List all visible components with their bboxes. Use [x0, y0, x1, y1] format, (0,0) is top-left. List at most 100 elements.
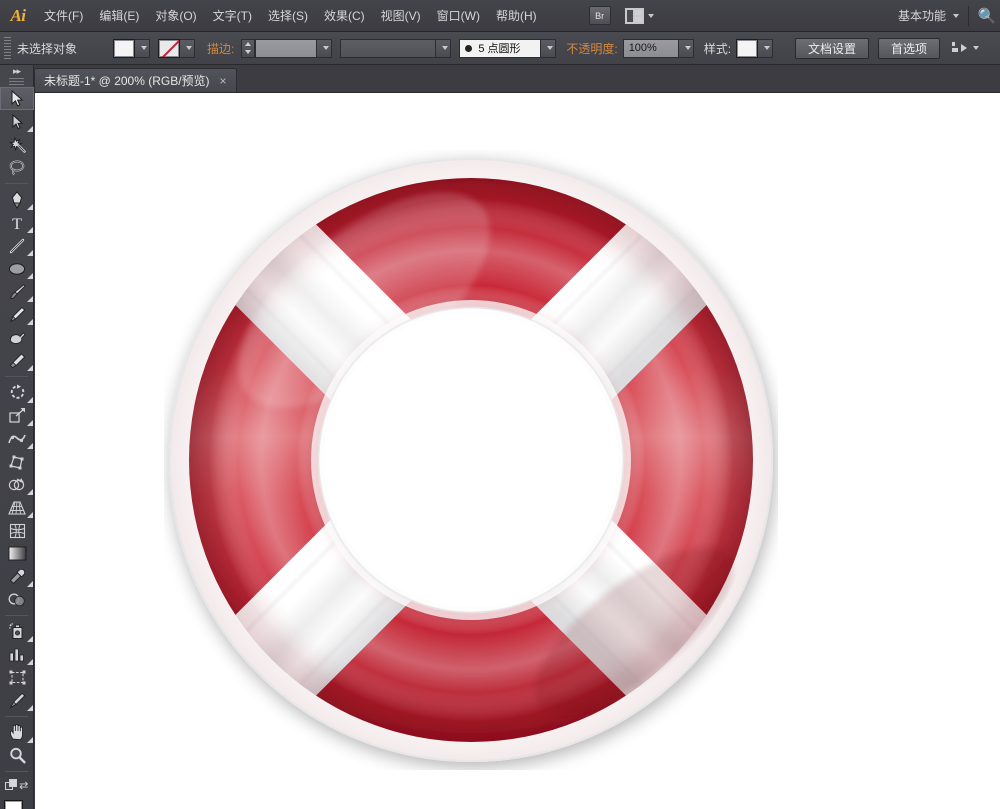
- direct-selection-tool[interactable]: [0, 110, 34, 133]
- opacity-field[interactable]: 100%: [623, 39, 679, 58]
- control-panel: 未选择对象 描边: 5 点圆形 不透明度: 100% 样式:: [0, 32, 1000, 65]
- tool-flyout-indicator: [27, 319, 33, 325]
- perspective-grid-tool[interactable]: [0, 496, 34, 519]
- stroke-weight-label[interactable]: 描边:: [207, 40, 234, 57]
- stroke-swatch-none[interactable]: [158, 39, 180, 58]
- toolbar-divider: [5, 716, 28, 717]
- arrange-documents-icon: [625, 8, 644, 24]
- toolbar-divider: [5, 771, 28, 772]
- menu-edit[interactable]: 编辑(E): [91, 3, 147, 28]
- menu-type[interactable]: 文字(T): [205, 3, 260, 28]
- menu-file[interactable]: 文件(F): [36, 3, 91, 28]
- tool-flyout-indicator: [27, 250, 33, 256]
- menu-object[interactable]: 对象(O): [147, 3, 204, 28]
- chevron-down-icon[interactable]: [953, 14, 959, 18]
- tool-flyout-indicator: [27, 636, 33, 642]
- preferences-button[interactable]: 首选项: [878, 38, 940, 59]
- menu-help[interactable]: 帮助(H): [488, 3, 545, 28]
- illustrator-window: Ai 文件(F) 编辑(E) 对象(O) 文字(T) 选择(S) 效果(C) 视…: [0, 0, 1000, 809]
- menu-window[interactable]: 窗口(W): [429, 3, 488, 28]
- chevron-down-icon: [442, 46, 448, 50]
- pencil-tool[interactable]: [0, 303, 34, 326]
- close-icon[interactable]: ×: [220, 75, 227, 87]
- rotate-tool[interactable]: [0, 381, 34, 404]
- brush-definition-value: 5 点圆形: [478, 40, 520, 56]
- menu-select[interactable]: 选择(S): [260, 3, 316, 28]
- column-graph-tool[interactable]: [0, 643, 34, 666]
- scale-tool[interactable]: [0, 404, 34, 427]
- draw-normal-icon[interactable]: [5, 779, 18, 791]
- eyedropper-tool[interactable]: [0, 565, 34, 588]
- artboard-canvas[interactable]: [35, 93, 1000, 809]
- magic-wand-tool[interactable]: [0, 133, 34, 156]
- stroke-weight-stepper[interactable]: [241, 39, 255, 58]
- fill-swatch[interactable]: [113, 39, 135, 58]
- opacity-dropdown-button[interactable]: [679, 39, 694, 58]
- brush-preview-icon: [465, 45, 472, 52]
- paintbrush-tool[interactable]: [0, 280, 34, 303]
- mesh-tool[interactable]: [0, 519, 34, 542]
- swap-fill-stroke-icon[interactable]: ⇄: [19, 779, 28, 792]
- graphic-style-control[interactable]: [736, 39, 773, 58]
- graphic-style-swatch[interactable]: [736, 39, 758, 58]
- document-tab[interactable]: 未标题-1* @ 200% (RGB/预览) ×: [34, 68, 237, 92]
- blend-tool[interactable]: [0, 588, 34, 611]
- menu-view[interactable]: 视图(V): [373, 3, 429, 28]
- slice-tool[interactable]: [0, 689, 34, 712]
- stroke-weight-field[interactable]: [255, 39, 317, 58]
- symbol-sprayer-tool[interactable]: [0, 620, 34, 643]
- toolbar-fill-swatch[interactable]: [4, 800, 23, 809]
- variable-width-profile-field[interactable]: [340, 39, 436, 58]
- tool-flyout-indicator: [27, 581, 33, 587]
- stroke-weight-dropdown-button[interactable]: [317, 39, 332, 58]
- tools-panel-collapse-button[interactable]: ▸▸: [0, 65, 33, 78]
- variable-width-profile-dropdown-button[interactable]: [436, 39, 451, 58]
- lasso-tool[interactable]: [0, 156, 34, 179]
- graphic-style-dropdown-button[interactable]: [758, 39, 773, 58]
- fill-dropdown-button[interactable]: [135, 39, 150, 58]
- drawing-mode-control[interactable]: ⇄: [0, 776, 33, 794]
- tools-panel-grip[interactable]: [9, 78, 24, 87]
- lifebuoy-illustration[interactable]: [164, 150, 778, 770]
- bridge-button[interactable]: Br: [589, 6, 611, 25]
- document-setup-button[interactable]: 文档设置: [795, 38, 869, 59]
- gradient-tool[interactable]: [0, 542, 34, 565]
- pen-tool[interactable]: [0, 188, 34, 211]
- opacity-label[interactable]: 不透明度:: [566, 40, 617, 57]
- toolbar-divider: [5, 376, 28, 377]
- toolbar-divider: [5, 183, 28, 184]
- zoom-tool[interactable]: [0, 744, 34, 767]
- chevron-down-icon: [547, 46, 553, 50]
- svg-text:T: T: [12, 216, 22, 231]
- align-selection-control[interactable]: [952, 41, 979, 55]
- tool-flyout-indicator: [27, 273, 33, 279]
- stroke-dropdown-button[interactable]: [180, 39, 195, 58]
- shape-builder-tool[interactable]: [0, 473, 34, 496]
- ellipse-tool[interactable]: [0, 257, 34, 280]
- brush-definition-dropdown-button[interactable]: [541, 39, 556, 58]
- type-tool[interactable]: T: [0, 211, 34, 234]
- app-logo-icon: Ai: [0, 0, 36, 32]
- menubar-right-cluster: 基本功能 🔍: [898, 0, 1000, 32]
- eraser-tool[interactable]: [0, 349, 34, 372]
- arrange-documents-button[interactable]: [625, 8, 654, 24]
- search-icon[interactable]: 🔍: [978, 7, 996, 25]
- stroke-color-control[interactable]: [158, 39, 195, 58]
- menu-bar: Ai 文件(F) 编辑(E) 对象(O) 文字(T) 选择(S) 效果(C) 视…: [0, 0, 1000, 32]
- hand-tool[interactable]: [0, 721, 34, 744]
- artboard-tool[interactable]: [0, 666, 34, 689]
- brush-definition-field[interactable]: 5 点圆形: [459, 39, 541, 58]
- free-transform-tool[interactable]: [0, 450, 34, 473]
- width-warp-tool[interactable]: [0, 427, 34, 450]
- fill-stroke-indicator[interactable]: [0, 798, 34, 809]
- blob-brush-tool[interactable]: [0, 326, 34, 349]
- selection-status-label: 未选择对象: [17, 40, 113, 57]
- fill-color-control[interactable]: [113, 39, 150, 58]
- menu-effect[interactable]: 效果(C): [316, 3, 373, 28]
- workspace-selector-label[interactable]: 基本功能: [898, 7, 946, 24]
- selection-tool[interactable]: [0, 87, 34, 110]
- line-segment-tool[interactable]: [0, 234, 34, 257]
- tool-flyout-indicator: [27, 420, 33, 426]
- control-panel-grip[interactable]: [4, 37, 11, 59]
- chevron-down-icon: [186, 46, 192, 50]
